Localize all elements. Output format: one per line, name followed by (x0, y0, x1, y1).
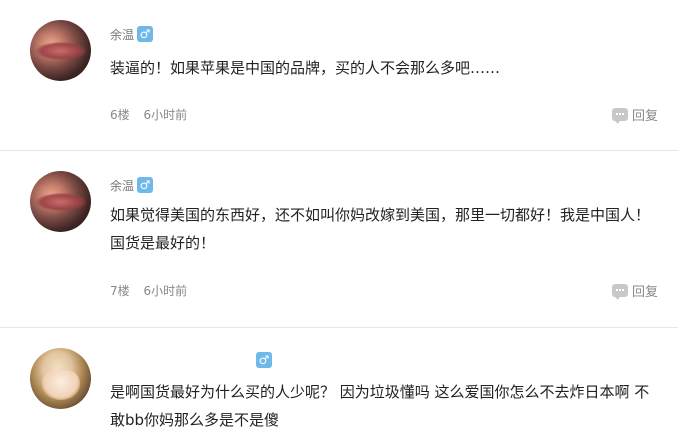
comment-bubble-icon (611, 284, 628, 300)
floor-number: 7楼 (110, 284, 130, 298)
male-gender-icon: ♂ (137, 26, 153, 42)
floor-number: 6楼 (110, 108, 130, 122)
timestamp: 6小时前 (143, 108, 188, 122)
male-gender-icon: ♂ (137, 177, 153, 193)
username[interactable]: 余温 (110, 177, 134, 194)
user-avatar[interactable] (30, 171, 91, 232)
comment-meta: 6楼 6小时前 (110, 106, 197, 123)
user-avatar[interactable] (30, 348, 91, 409)
reply-button[interactable]: 回复 (611, 105, 658, 124)
reply-label: 回复 (631, 109, 658, 124)
male-gender-icon: ♂ (256, 352, 272, 368)
username[interactable]: 余温 (110, 26, 134, 43)
comment-feed: 余温 ♂ 装逼的！如果苹果是中国的品牌，买的人不会那么多吧…… 6楼 6小时前 … (0, 0, 678, 447)
comment-item: 余温 ♂ 如果觉得美国的东西好，还不如叫你妈改嫁到美国，那里一切都好！我是中国人… (0, 151, 678, 327)
comment-meta: 7楼 6小时前 (110, 282, 197, 299)
comment-text: 是啊国货最好为什么买的人少呢？ 因为垃圾懂吗 这么爱国你怎么不去炸日本啊 不敢b… (110, 383, 650, 429)
comment-item: ♂ 是啊国货最好为什么买的人少呢？ 因为垃圾懂吗 这么爱国你怎么不去炸日本啊 不… (0, 328, 678, 447)
reply-button[interactable]: 回复 (611, 281, 658, 300)
comment-text: 装逼的！如果苹果是中国的品牌，买的人不会那么多吧…… (110, 59, 501, 77)
comment-bubble-icon (611, 108, 628, 124)
comment-item: 余温 ♂ 装逼的！如果苹果是中国的品牌，买的人不会那么多吧…… 6楼 6小时前 … (0, 0, 678, 150)
reply-label: 回复 (631, 285, 658, 300)
comment-text: 如果觉得美国的东西好，还不如叫你妈改嫁到美国，那里一切都好！我是中国人！国货是最… (110, 206, 651, 252)
timestamp: 6小时前 (143, 284, 188, 298)
user-avatar[interactable] (30, 20, 91, 81)
